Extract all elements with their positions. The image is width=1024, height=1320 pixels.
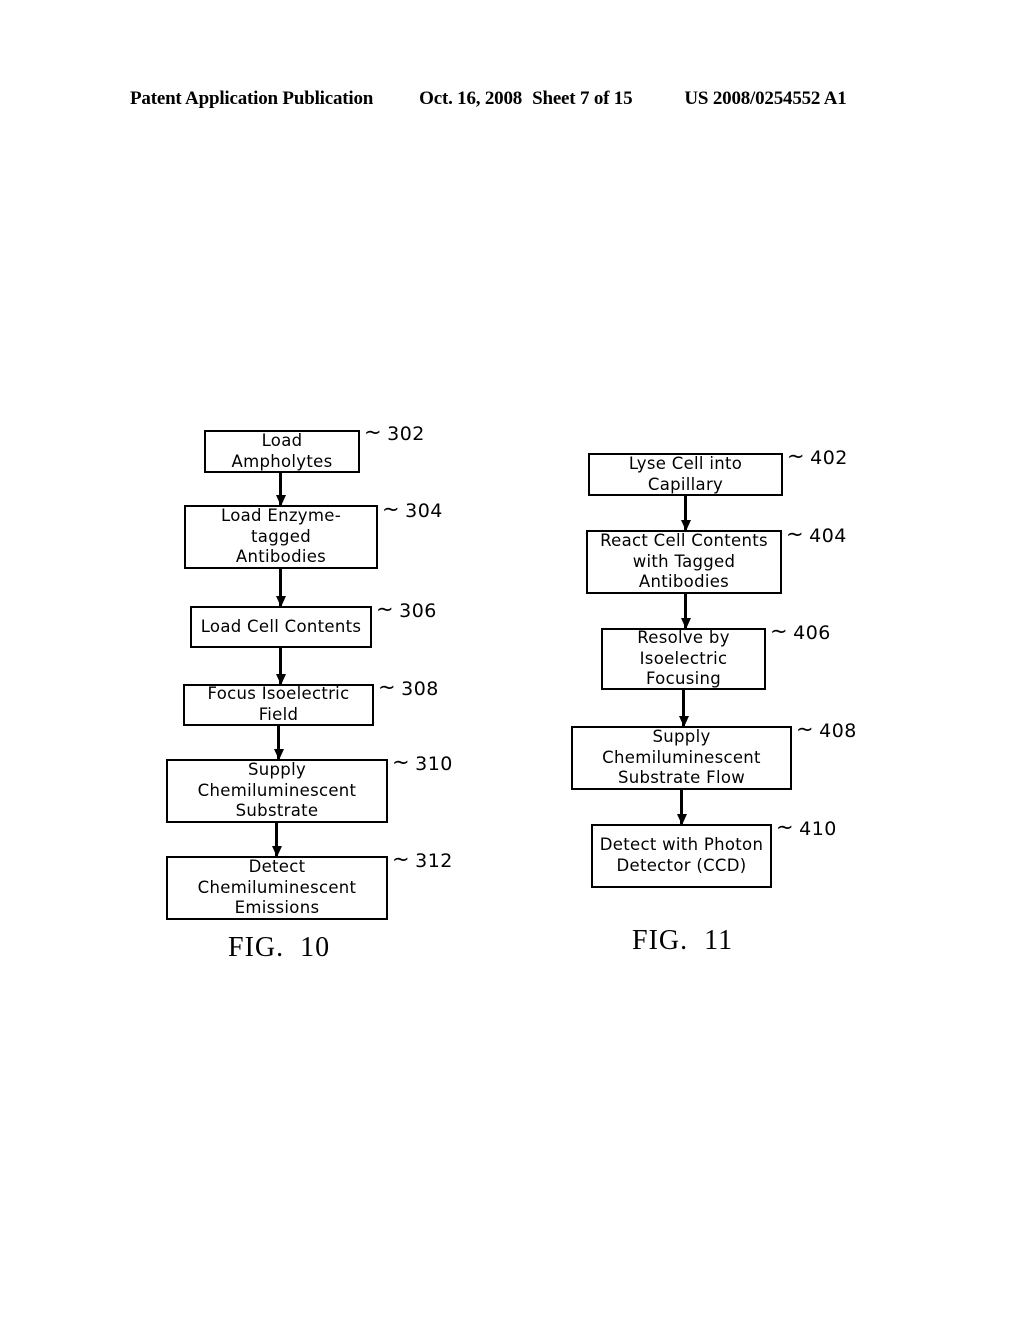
reference-numeral-312-text: 312 xyxy=(415,850,453,872)
leader-tilde-icon: ~ xyxy=(770,618,789,643)
reference-numeral-312: ~ 312 xyxy=(392,846,453,872)
reference-numeral-402-text: 402 xyxy=(810,447,848,469)
flow-box-408: Supply Chemiluminescent Substrate Flow xyxy=(571,726,792,790)
flow-box-404: React Cell Contents with Tagged Antibodi… xyxy=(586,530,782,594)
reference-numeral-310-text: 310 xyxy=(415,753,453,775)
figure-11: Lyse Cell into Capillary ~ 402 React Cel… xyxy=(512,0,1024,1320)
flow-box-404-label: React Cell Contents with Tagged Antibodi… xyxy=(600,530,768,592)
flow-box-410-label: Detect with Photon Detector (CCD) xyxy=(599,835,764,875)
reference-numeral-308: ~ 308 xyxy=(378,674,439,700)
reference-numeral-404: ~ 404 xyxy=(786,521,847,547)
flow-box-312-label: Detect Chemiluminescent Emissions xyxy=(197,856,357,918)
reference-numeral-402: ~ 402 xyxy=(787,443,848,469)
connector-406-408 xyxy=(682,690,685,726)
flow-box-406: Resolve by Isoelectric Focusing xyxy=(601,628,766,690)
figure-11-caption: FIG. 11 xyxy=(632,925,734,956)
reference-numeral-410-text: 410 xyxy=(799,818,837,840)
reference-numeral-304: ~ 304 xyxy=(382,496,443,522)
flow-box-402: Lyse Cell into Capillary xyxy=(588,453,783,496)
connector-302-304 xyxy=(279,473,282,505)
connector-306-308 xyxy=(279,648,282,684)
reference-numeral-308-text: 308 xyxy=(401,678,439,700)
leader-tilde-icon: ~ xyxy=(392,846,411,871)
connector-402-404 xyxy=(684,496,687,530)
reference-numeral-302-text: 302 xyxy=(387,423,425,445)
reference-numeral-306-text: 306 xyxy=(399,600,437,622)
connector-404-406 xyxy=(684,594,687,628)
figure-10-caption: FIG. 10 xyxy=(228,932,331,963)
flow-box-304: Load Enzyme-tagged Antibodies xyxy=(184,505,378,569)
reference-numeral-408-text: 408 xyxy=(819,720,857,742)
reference-numeral-306: ~ 306 xyxy=(376,596,437,622)
flow-box-306-label: Load Cell Contents xyxy=(200,616,362,636)
flow-box-402-label: Lyse Cell into Capillary xyxy=(628,453,743,494)
leader-tilde-icon: ~ xyxy=(376,596,395,621)
flow-box-308: Focus Isoelectric Field xyxy=(183,684,374,726)
reference-numeral-408: ~ 408 xyxy=(796,716,857,742)
flow-box-406-label: Resolve by Isoelectric Focusing xyxy=(637,627,730,689)
flow-box-302: Load Ampholytes xyxy=(204,430,360,473)
flow-box-310: Supply Chemiluminescent Substrate xyxy=(166,759,388,823)
leader-tilde-icon: ~ xyxy=(787,443,806,468)
flow-box-410: Detect with Photon Detector (CCD) xyxy=(591,824,772,888)
flow-box-302-label: Load Ampholytes xyxy=(231,430,333,471)
reference-numeral-406: ~ 406 xyxy=(770,618,831,644)
flow-box-312: Detect Chemiluminescent Emissions xyxy=(166,856,388,920)
leader-tilde-icon: ~ xyxy=(392,749,411,774)
connector-308-310 xyxy=(277,726,280,759)
connector-408-410 xyxy=(680,790,683,824)
leader-tilde-icon: ~ xyxy=(776,814,795,839)
connector-310-312 xyxy=(275,823,278,856)
leader-tilde-icon: ~ xyxy=(786,521,805,546)
figure-10: Load Ampholytes ~ 302 Load Enzyme-tagged… xyxy=(0,0,512,1320)
reference-numeral-410: ~ 410 xyxy=(776,814,837,840)
flow-box-310-label: Supply Chemiluminescent Substrate xyxy=(197,759,357,821)
reference-numeral-310: ~ 310 xyxy=(392,749,453,775)
flow-box-408-label: Supply Chemiluminescent Substrate Flow xyxy=(602,726,761,788)
leader-tilde-icon: ~ xyxy=(378,674,397,699)
leader-tilde-icon: ~ xyxy=(382,496,401,521)
flow-box-304-label: Load Enzyme-tagged Antibodies xyxy=(221,505,341,567)
reference-numeral-302: ~ 302 xyxy=(364,419,425,445)
reference-numeral-304-text: 304 xyxy=(405,500,443,522)
connector-304-306 xyxy=(279,569,282,606)
flow-box-306: Load Cell Contents xyxy=(190,606,372,648)
reference-numeral-406-text: 406 xyxy=(793,622,831,644)
patent-figure-page: Patent Application Publication Oct. 16, … xyxy=(0,0,1024,1320)
flow-box-308-label: Focus Isoelectric Field xyxy=(207,684,350,724)
leader-tilde-icon: ~ xyxy=(796,716,815,741)
leader-tilde-icon: ~ xyxy=(364,419,383,444)
reference-numeral-404-text: 404 xyxy=(809,525,847,547)
